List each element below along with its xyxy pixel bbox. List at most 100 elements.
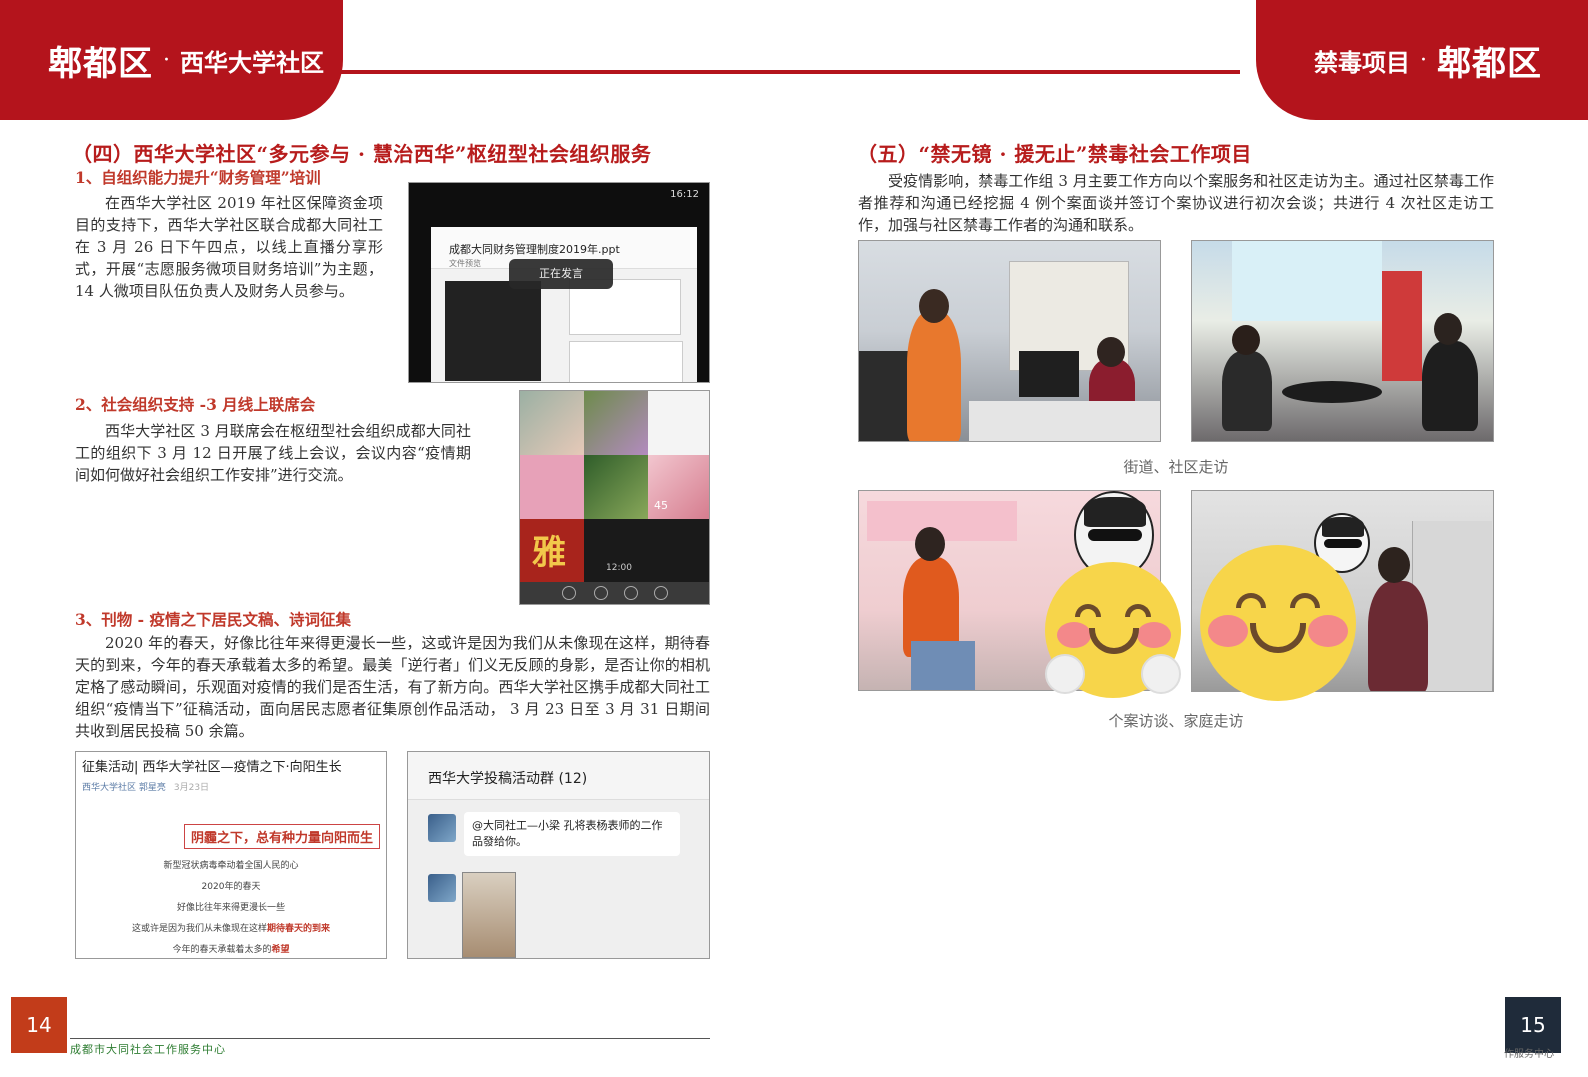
- video-tile: [648, 391, 709, 455]
- emoji-eye: [1125, 604, 1151, 617]
- emoji-cheek: [1208, 615, 1248, 647]
- video-tile: [584, 391, 648, 455]
- chat-title: 成都大同财务管理制度2019年.ppt: [449, 243, 620, 256]
- footer-org-name-right: 作服务中心: [1504, 1049, 1554, 1060]
- footer-org-name: 成都市大同社会工作服务中心: [70, 1043, 226, 1056]
- camera-icon: [594, 586, 608, 600]
- spreadsheet-preview-2: [569, 341, 683, 382]
- item3-title: 3、刊物 - 疫情之下居民文稿、诗词征集: [75, 610, 352, 629]
- share-icon: [624, 586, 638, 600]
- article-screenshot: 征集活动| 西华大学社区—疫情之下·向阳生长 西华大学社区 郭星亮 3月23日 阴…: [75, 751, 387, 959]
- header-separator: ·: [1420, 47, 1427, 73]
- avatar: [428, 874, 456, 902]
- poster-character: 雅: [532, 533, 566, 573]
- item1-title: 1、自组织能力提升“财务管理”培训: [75, 168, 321, 187]
- header-divider: [340, 70, 1240, 74]
- emoji-cheek: [1137, 622, 1171, 648]
- page-number-left: 14: [11, 997, 67, 1053]
- monitor: [1019, 351, 1079, 397]
- group-chat-title: 西华大学投稿活动群 (12): [408, 752, 709, 800]
- phone-status-bar: 16:12: [409, 183, 709, 207]
- cartoon-hair: [1084, 497, 1146, 527]
- emoji-mouth: [1250, 623, 1306, 653]
- item2-title: 2、社会组织支持 -3 月线上联席会: [75, 395, 316, 414]
- footer-divider: [70, 1038, 710, 1039]
- article-author: 西华大学社区 郭星亮 3月23日: [82, 780, 209, 793]
- smiling-emoji-icon: [1200, 545, 1356, 701]
- article-line-highlight: 希望: [271, 945, 290, 955]
- emoji-hand: [1141, 654, 1181, 694]
- chat-message: @大同社工—小梁 孔将表杨表师的二作品發给你。: [464, 812, 680, 856]
- community-visit-photo: [1191, 240, 1494, 442]
- header-tab-right: 禁毒项目 · 郫都区: [1256, 0, 1588, 120]
- video-tile: 雅: [520, 519, 584, 584]
- video-tile: [520, 455, 584, 519]
- header-district: 郫都区: [48, 43, 153, 84]
- emoji-cheek: [1057, 622, 1091, 648]
- emoji-mouth: [1089, 628, 1139, 654]
- cartoon-glasses: [1324, 539, 1362, 548]
- phone-time: 16:12: [670, 189, 699, 200]
- meeting-time: 12:00: [606, 563, 632, 573]
- item2-body: 西华大学社区 3 月联席会在枢纽型社会组织成都大同社工的组织下 3 月 12 日…: [75, 422, 471, 484]
- mic-icon: [562, 586, 576, 600]
- group-chat-screenshot: 西华大学投稿活动群 (12) @大同社工—小梁 孔将表杨表师的二作品發给你。: [407, 751, 710, 959]
- article-line: 2020年的春天: [201, 882, 261, 892]
- tile-counter: 45: [654, 499, 668, 512]
- video-tile: 12:00: [584, 519, 709, 584]
- visitor-figure: [1222, 351, 1272, 431]
- document-preview: [445, 281, 541, 381]
- article-line: 好像比往年来得更漫长一些: [176, 903, 285, 913]
- right-body: 受疫情影响，禁毒工作组 3 月主要工作方向以个案服务和社区走访为主。通过社区禁毒…: [858, 172, 1494, 234]
- header-separator: ·: [163, 47, 170, 73]
- emoji-eye: [1290, 593, 1320, 608]
- emoji-eye: [1236, 593, 1266, 608]
- visitor-head: [1232, 325, 1260, 355]
- worker-head: [1378, 547, 1410, 583]
- resident-head: [1434, 313, 1462, 345]
- video-tile: 45: [648, 455, 709, 519]
- cartoon-hair: [1322, 517, 1364, 537]
- video-meeting-grid: 45 雅 12:00: [519, 390, 710, 605]
- header-project: 禁毒项目: [1314, 47, 1410, 77]
- livestream-screenshot: 16:12 成都大同财务管理制度2019年.ppt 文件预览 正在发言: [408, 182, 710, 383]
- emoji-cheek: [1308, 615, 1348, 647]
- article-line-text: 这或许是因为我们从未像现在这样: [131, 924, 267, 934]
- video-tile: [520, 391, 584, 455]
- item1-body: 在西华大学社区 2019 年社区保障资金项目的支持下，西华大学社区联合成都大同社…: [75, 194, 383, 300]
- header-community: 西华大学社区: [180, 47, 324, 77]
- jeans: [911, 641, 975, 690]
- article-line-highlight: 期待春天的到来: [267, 924, 331, 934]
- screen-wall: [1232, 241, 1382, 321]
- worker-figure: [907, 311, 961, 441]
- article-line: 这或许是因为我们从未像现在这样期待春天的到来: [76, 921, 386, 934]
- article-author-name: 西华大学社区 郭星亮: [82, 783, 166, 793]
- article-title: 征集活动| 西华大学社区—疫情之下·向阳生长: [82, 760, 342, 775]
- round-table: [1282, 381, 1382, 403]
- article-line: 新型冠状病毒牵动着全国人民的心: [163, 861, 299, 871]
- participants-icon: [654, 586, 668, 600]
- office-visit-photo: [858, 240, 1161, 442]
- speaking-badge: 正在发言: [509, 259, 613, 289]
- worker-head: [915, 527, 945, 561]
- header-district-right: 郫都区: [1437, 43, 1542, 84]
- article-line-text: 今年的春天承载着太多的: [172, 945, 272, 955]
- section-title-4: （四）西华大学社区“多元参与 · 慧治西华”枢纽型社会组织服务: [72, 142, 652, 166]
- worker-head: [919, 289, 949, 323]
- desk: [969, 401, 1160, 441]
- header-tab-left: 郫都区 · 西华大学社区: [0, 0, 343, 120]
- video-tile: [584, 455, 648, 519]
- article-line: 今年的春天承载着太多的希望: [76, 942, 386, 955]
- section-title-5: （五）“禁无镜 · 援无止”禁毒社会工作项目: [857, 142, 1252, 166]
- caption-street-visit: 街道、社区走访: [1123, 458, 1229, 476]
- meeting-toolbar: [520, 582, 709, 604]
- item3-body: 2020 年的春天，好像比往年来得更漫长一些，这或许是因为我们从未像现在这样，期…: [75, 634, 710, 740]
- caption-home-visit: 个案访谈、家庭走访: [1108, 712, 1244, 730]
- display-board: [1382, 271, 1422, 381]
- staff-head: [1097, 337, 1125, 367]
- smiling-emoji-icon: [1045, 562, 1181, 698]
- emoji-eye: [1075, 604, 1101, 617]
- article-date: 3月23日: [173, 783, 210, 793]
- resident-figure: [1422, 341, 1478, 431]
- article-headline: 阴霾之下，总有种力量向阳而生: [184, 824, 381, 849]
